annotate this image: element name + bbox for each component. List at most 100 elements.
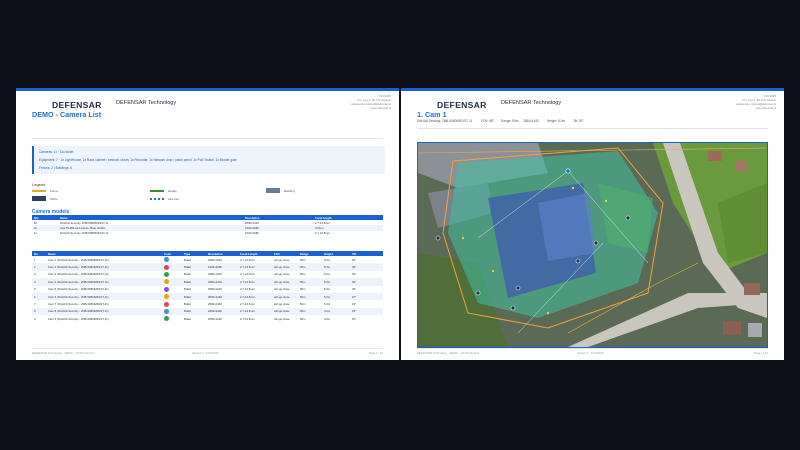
label-marker-icon	[461, 236, 465, 240]
cell-height: 5.0m	[322, 263, 350, 271]
company-logo: DEFENSAR	[52, 100, 102, 110]
camera-color-dot-icon	[164, 294, 169, 300]
office-swatch	[32, 196, 46, 201]
page-accent-bar	[401, 88, 784, 91]
cell-focal: 2.7-13.5mm	[238, 278, 272, 286]
cell-focal: 2.7-13.5mm	[238, 292, 272, 301]
cell-no: 8	[32, 307, 46, 316]
cell-no: 7	[34, 302, 36, 307]
label-marker-icon	[546, 311, 550, 315]
cell-tilt: 30°	[352, 257, 357, 262]
cell-height: 5.0m	[324, 257, 331, 262]
cell-focal: 2.7-13.5mm	[240, 287, 255, 292]
cell-resolution: 2560x1440	[208, 287, 222, 292]
label-marker-icon	[604, 199, 608, 203]
legend-title: Legend	[32, 182, 46, 187]
camera-marker-icon[interactable]	[625, 215, 631, 221]
cell-range: 50m	[300, 257, 306, 262]
cell-tilt: 30°	[352, 272, 357, 277]
company-name: DEFENSAR Technology	[501, 100, 562, 106]
address-website: www.defensar.pl	[755, 106, 776, 110]
cell-height: 4.0m	[324, 316, 331, 321]
label-marker-icon	[571, 186, 575, 190]
camera-coverage-map[interactable]	[417, 142, 768, 348]
cell-color	[162, 300, 182, 307]
cell-range: 35m	[298, 263, 322, 271]
address-website: www.defensar.pl	[370, 106, 391, 110]
camera-color-dot-icon	[164, 308, 169, 314]
camera-models-table: Qty Name Resolution Focal length 8x DAHU…	[32, 215, 383, 236]
cell-tilt: 15°	[352, 302, 357, 307]
table-row: 8 Cam 8 (DAHUA Security - ZNB-5080IMD1ST-…	[32, 307, 383, 316]
table-row: 1 Cam 1 (DAHUA Security - ZNB-5080IMD1ST-…	[32, 256, 383, 263]
cell-color	[162, 315, 182, 322]
summary-equipment: Equipment: 7 · 2x LightHouse, 1x Rack ca…	[39, 158, 237, 162]
cell-no: 1	[34, 257, 36, 262]
house-roof	[708, 151, 722, 161]
cell-tilt: 15°	[352, 316, 357, 321]
spec-height: Height: 5.0m	[547, 119, 566, 123]
cell-name: Cam 3 (DAHUA Security - ZNB-5080IMD1ST-J…	[48, 272, 109, 277]
cell-type: Bullet	[184, 316, 191, 321]
cell-type: Bullet	[182, 307, 206, 316]
cell-range: 50m	[300, 302, 306, 307]
cell-fov: wirt.go.close	[274, 257, 290, 262]
spec-tilt: Tilt: 30°	[573, 119, 584, 123]
cell-fov: wirt.go.close	[274, 316, 290, 321]
camera-marker-icon[interactable]	[575, 258, 581, 264]
footer-version: Version 1 · 5/10/2025	[577, 351, 604, 355]
cell-height: 5.0m	[324, 272, 331, 277]
cell-height: 5.0m	[324, 302, 331, 307]
footer-left: DEFENSAR Technology · DEMO · GZTSystemUA	[32, 351, 95, 355]
table-row: 5 Cam 5 (DAHUA Security - ZNB-5080IMD1ST-…	[32, 286, 383, 293]
camera-marker-icon[interactable]	[510, 305, 516, 311]
house-roof	[748, 323, 762, 337]
camera-title: 1. Cam 1	[417, 110, 447, 119]
cell-resolution: 2560x1440	[208, 316, 222, 321]
footer-left: DEFENSAR Technology · DEMO · GZTSystemUA	[417, 351, 480, 355]
cell-resolution: 1920x1080	[245, 231, 259, 236]
cell-range: 50m	[298, 292, 322, 301]
cell-range: 50m	[300, 287, 306, 292]
camera-list-body: 1 Cam 1 (DAHUA Security - ZNB-5080IMD1ST-…	[32, 256, 383, 323]
camera-color-dot-icon	[164, 316, 169, 322]
camera-marker-icon[interactable]	[435, 235, 441, 241]
house-roof	[744, 283, 760, 295]
cell-no: 2	[32, 263, 46, 271]
spec-resolution: 2560x1440	[523, 119, 539, 123]
cell-tilt: 30°	[350, 278, 383, 286]
cell-type: Bullet	[184, 287, 191, 292]
legend-item-ethernet: ethernet	[168, 197, 180, 201]
cell-focal: 2.7-13.5mm	[240, 316, 255, 321]
page-title: DEMO - Camera List	[32, 110, 102, 119]
cell-no: 3	[34, 272, 36, 277]
cell-name: Cam 2 (DAHUA Security - ZNB-5080IMD1ST-J…	[46, 263, 162, 271]
camera-marker-icon[interactable]	[565, 168, 571, 174]
header-divider	[417, 128, 768, 129]
cell-name: DAHUA Security, ZNB-5080IMD1ST-J1	[60, 231, 109, 236]
cell-color	[162, 278, 182, 286]
camera-marker-icon[interactable]	[593, 240, 599, 246]
cell-fov: wirt.go.close	[272, 278, 298, 286]
address-block: 5/10/2025 Trzy Lipy 3, 80-172 Gdańsk ale…	[736, 94, 776, 110]
hedge-swatch	[150, 190, 164, 192]
cell-fov: wirt.go.close	[272, 307, 298, 316]
building-swatch	[266, 188, 280, 193]
camera-marker-icon[interactable]	[475, 290, 481, 296]
cell-name: Cam 8 (DAHUA Security - ZNB-5080IMD1ST-J…	[46, 307, 162, 316]
cell-tilt: 30°	[352, 287, 357, 292]
cell-tilt: 15°	[350, 307, 383, 316]
cell-name: Cam 1 (DAHUA Security - ZNB-5080IMD1ST-J…	[48, 257, 109, 262]
cell-type: Bullet	[184, 302, 191, 307]
address-block: 5/10/2025 Trzy Lipy 3, 80-172 Gdańsk ale…	[351, 94, 391, 110]
cell-focal: 2.7-13.5mm	[238, 263, 272, 271]
camera-list-table: No. Name Color Type Resolution Focal Len…	[32, 251, 383, 323]
camera-color-dot-icon	[164, 301, 169, 307]
cell-resolution: 2560x1440	[206, 278, 238, 286]
footer-page-number: Page 2 / 12	[753, 351, 768, 355]
footer-page-number: Page 1 / 12	[368, 351, 383, 355]
cell-range: 50m	[300, 272, 306, 277]
cell-type: Bullet	[182, 292, 206, 301]
cell-height: 5.0m	[322, 292, 350, 301]
camera-marker-icon[interactable]	[515, 285, 521, 291]
